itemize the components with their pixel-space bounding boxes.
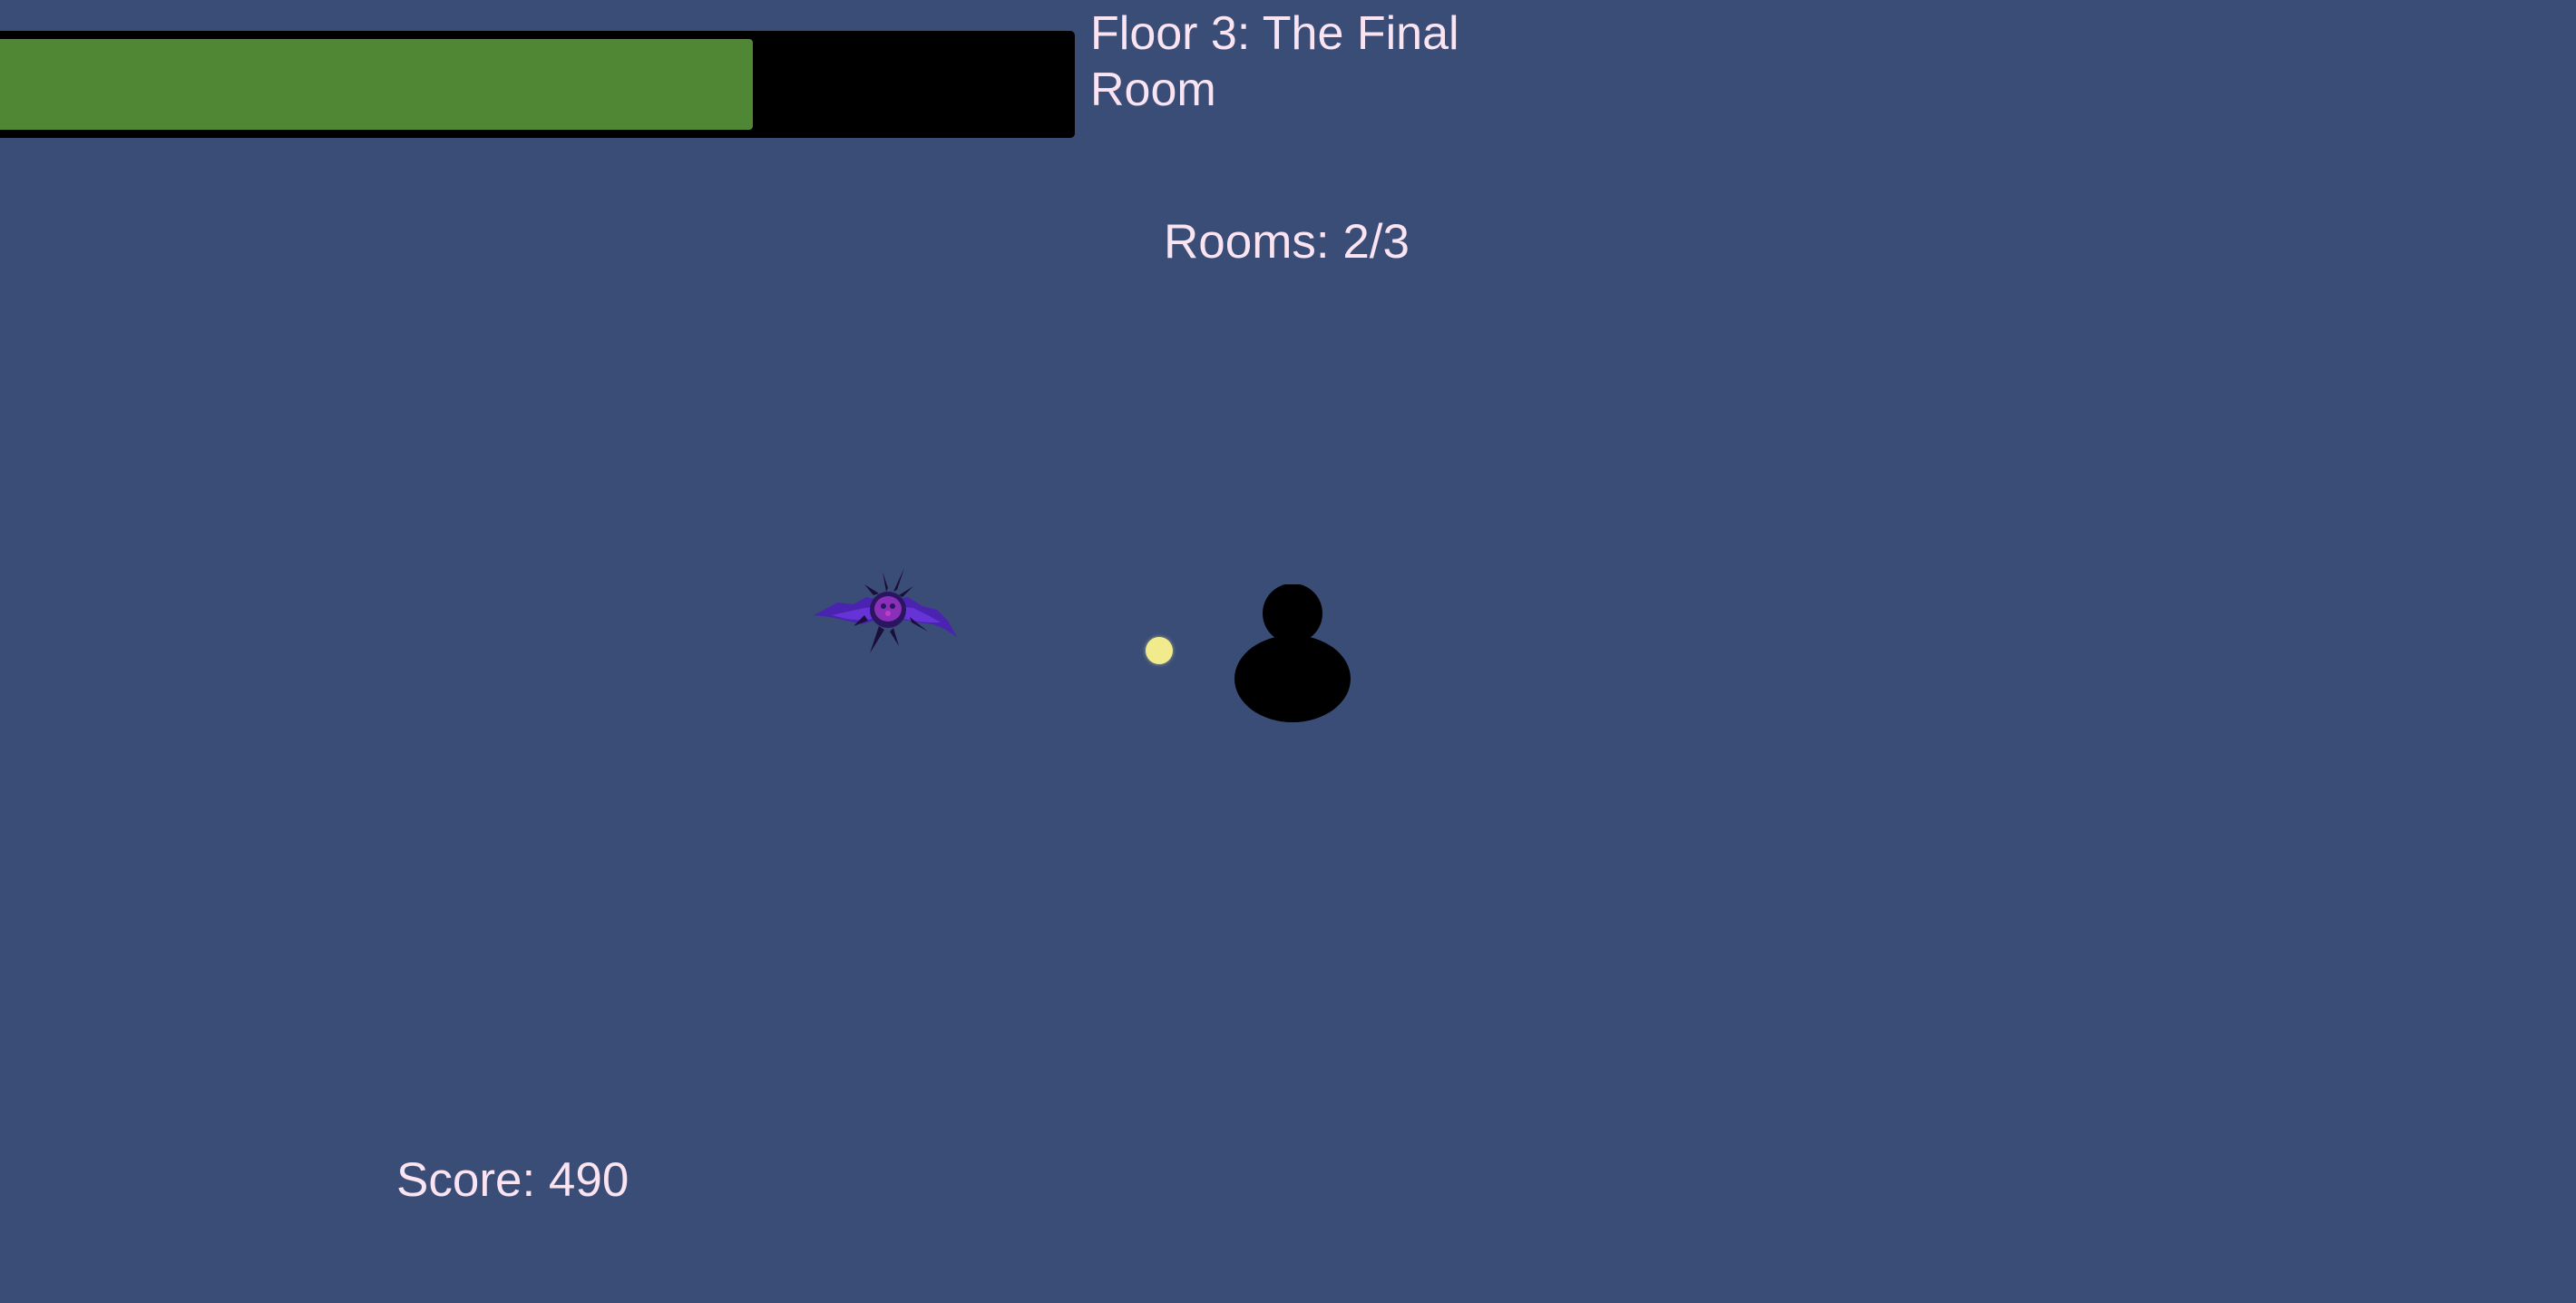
rooms-counter: Rooms: 2/3	[1164, 215, 1410, 269]
health-bar	[0, 31, 1075, 138]
bat-body	[870, 592, 906, 628]
floor-title: Floor 3: The Final Room	[1090, 7, 1459, 116]
health-bar-fill	[0, 39, 753, 130]
game-viewport[interactable]: Floor 3: The Final Room Rooms: 2/3 Score…	[0, 0, 2576, 1303]
score-display: Score: 490	[396, 1153, 629, 1207]
bat-enemy-icon	[814, 568, 957, 653]
player-silhouette-icon	[1234, 584, 1351, 722]
energy-orb-icon	[1146, 637, 1173, 664]
